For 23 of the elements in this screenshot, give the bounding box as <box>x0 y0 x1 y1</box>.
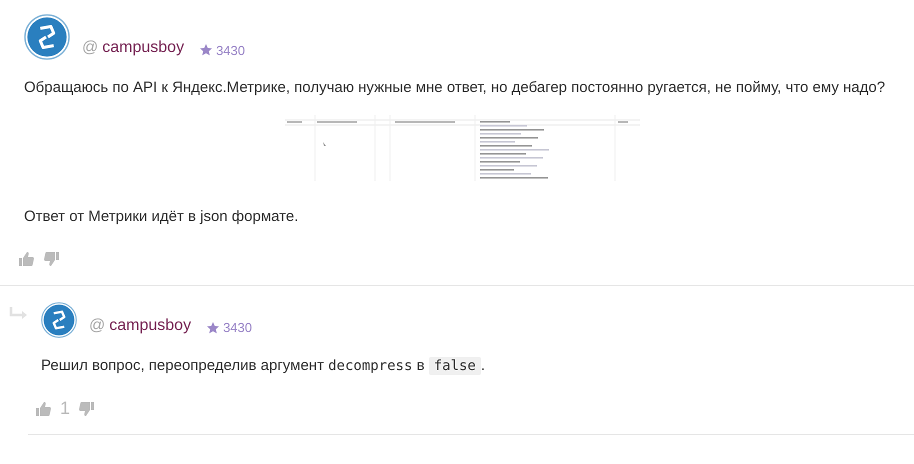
vote-count: 1 <box>60 397 70 420</box>
reply-arrow-icon <box>8 306 28 320</box>
rating-count: 3430 <box>223 319 252 338</box>
username-link[interactable]: campusboy <box>102 36 184 60</box>
thumbs-down-icon <box>78 400 96 417</box>
at-sign: @ <box>82 38 98 58</box>
thumbs-down-icon <box>43 250 60 267</box>
upvote-button[interactable] <box>18 250 35 267</box>
comment-text: Ответ от Метрики идёт в json формате. <box>24 207 300 228</box>
avatar-icon[interactable] <box>24 14 70 60</box>
comment-text: Обращаюсь по API к Яндекс.Метрике, получаю нужные мне ответ, но дебагер постоянно ругается, не пойму, что ему надо? <box>24 78 886 98</box>
comment-text: Решил вопрос, переопределив аргумент decompress в false . <box>41 356 486 377</box>
thumbs-up-icon <box>18 250 35 267</box>
downvote-button[interactable] <box>43 250 60 267</box>
star-icon <box>200 44 212 56</box>
avatar-icon[interactable] <box>41 302 77 338</box>
rating-count: 3430 <box>216 42 245 60</box>
at-sign: @ <box>89 316 106 336</box>
downvote-button[interactable] <box>78 400 96 417</box>
username-link[interactable]: campusboy <box>109 314 192 338</box>
thumbs-up-icon <box>35 400 52 417</box>
star-icon <box>207 322 220 334</box>
upvote-button[interactable] <box>35 400 52 417</box>
